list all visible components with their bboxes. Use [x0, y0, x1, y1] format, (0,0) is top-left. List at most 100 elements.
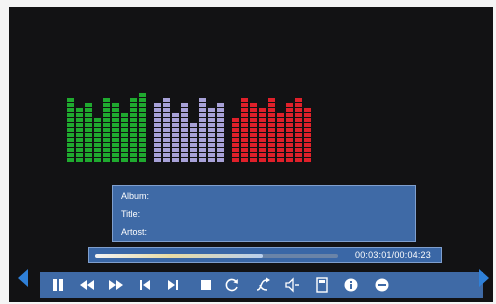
equalizer-segment	[121, 118, 128, 122]
equalizer-bar	[277, 113, 284, 162]
equalizer-segment	[208, 133, 215, 137]
equalizer-bar	[76, 108, 83, 162]
repeat-button[interactable]	[224, 277, 240, 293]
equalizer-segment	[94, 158, 101, 162]
equalizer-segment	[172, 118, 179, 122]
equalizer-segment	[199, 118, 206, 122]
shuffle-button[interactable]	[255, 277, 271, 293]
equalizer-segment	[295, 108, 302, 112]
equalizer-segment	[94, 143, 101, 147]
equalizer-segment	[259, 108, 266, 112]
equalizer-segment	[208, 128, 215, 132]
stop-button[interactable]	[198, 277, 214, 293]
equalizer-segment	[268, 123, 275, 127]
progress-bar[interactable]	[95, 254, 338, 258]
equalizer-segment	[295, 103, 302, 107]
title-label: Title:	[121, 209, 141, 219]
equalizer-segment	[139, 138, 146, 142]
settings-icon	[375, 278, 389, 292]
equalizer-segment	[130, 133, 137, 137]
equalizer-segment	[76, 158, 83, 162]
equalizer-bar	[199, 98, 206, 162]
equalizer-segment	[268, 98, 275, 102]
equalizer-segment	[163, 153, 170, 157]
equalizer-segment	[130, 158, 137, 162]
equalizer-segment	[295, 98, 302, 102]
equalizer-segment	[139, 133, 146, 137]
equalizer-segment	[76, 148, 83, 152]
equalizer-segment	[190, 143, 197, 147]
fast-forward-button[interactable]	[108, 277, 124, 293]
equalizer-segment	[250, 158, 257, 162]
equalizer-segment	[232, 133, 239, 137]
equalizer-segment	[304, 128, 311, 132]
equalizer-segment	[103, 113, 110, 117]
equalizer-segment	[190, 123, 197, 127]
equalizer-segment	[181, 143, 188, 147]
equalizer-segment	[208, 113, 215, 117]
previous-button[interactable]	[137, 277, 153, 293]
equalizer-segment	[259, 128, 266, 132]
equalizer-segment	[304, 143, 311, 147]
equalizer-segment	[277, 143, 284, 147]
equalizer-segment	[172, 158, 179, 162]
equalizer-segment	[67, 138, 74, 142]
equalizer-bar	[181, 103, 188, 162]
equalizer-segment	[85, 103, 92, 107]
equalizer-segment	[199, 153, 206, 157]
equalizer-segment	[199, 123, 206, 127]
equalizer-segment	[304, 118, 311, 122]
equalizer-segment	[250, 138, 257, 142]
equalizer-segment	[103, 123, 110, 127]
playlist-button[interactable]	[314, 277, 330, 293]
equalizer-segment	[154, 113, 161, 117]
player-screen: Album: Title: Artost: 00:03:01/00:04:23	[9, 7, 493, 302]
equalizer-segment	[199, 103, 206, 107]
equalizer-segment	[190, 148, 197, 152]
equalizer-segment	[139, 103, 146, 107]
equalizer-segment	[268, 158, 275, 162]
equalizer-segment	[259, 153, 266, 157]
equalizer-segment	[232, 138, 239, 142]
equalizer-segment	[250, 123, 257, 127]
equalizer-segment	[286, 158, 293, 162]
equalizer-segment	[208, 158, 215, 162]
equalizer-segment	[241, 103, 248, 107]
next-button[interactable]	[165, 277, 181, 293]
equalizer-segment	[103, 143, 110, 147]
rewind-button[interactable]	[79, 277, 95, 293]
equalizer-segment	[181, 133, 188, 137]
equalizer-segment	[181, 103, 188, 107]
equalizer-segment	[172, 143, 179, 147]
equalizer-segment	[139, 118, 146, 122]
equalizer-segment	[67, 123, 74, 127]
equalizer-segment	[163, 158, 170, 162]
settings-button[interactable]	[374, 277, 390, 293]
equalizer-segment	[85, 113, 92, 117]
equalizer-segment	[295, 113, 302, 117]
mute-button[interactable]	[284, 277, 300, 293]
equalizer-segment	[181, 113, 188, 117]
scroll-right-arrow-icon[interactable]	[477, 267, 491, 289]
equalizer-segment	[277, 133, 284, 137]
equalizer-segment	[85, 148, 92, 152]
equalizer-segment	[163, 118, 170, 122]
scroll-left-arrow-icon[interactable]	[16, 267, 30, 289]
equalizer-segment	[277, 158, 284, 162]
equalizer-bar	[286, 103, 293, 162]
equalizer-segment	[286, 153, 293, 157]
equalizer-segment	[172, 153, 179, 157]
equalizer-segment	[277, 128, 284, 132]
equalizer-segment	[217, 138, 224, 142]
equalizer-segment	[208, 138, 215, 142]
equalizer-segment	[181, 118, 188, 122]
album-label: Album:	[121, 191, 150, 201]
info-button[interactable]	[343, 277, 359, 293]
pause-button[interactable]	[50, 277, 66, 293]
equalizer-segment	[139, 153, 146, 157]
equalizer-segment	[76, 153, 83, 157]
equalizer-segment	[217, 113, 224, 117]
equalizer-segment	[268, 113, 275, 117]
equalizer-segment	[139, 93, 146, 97]
equalizer-segment	[232, 158, 239, 162]
